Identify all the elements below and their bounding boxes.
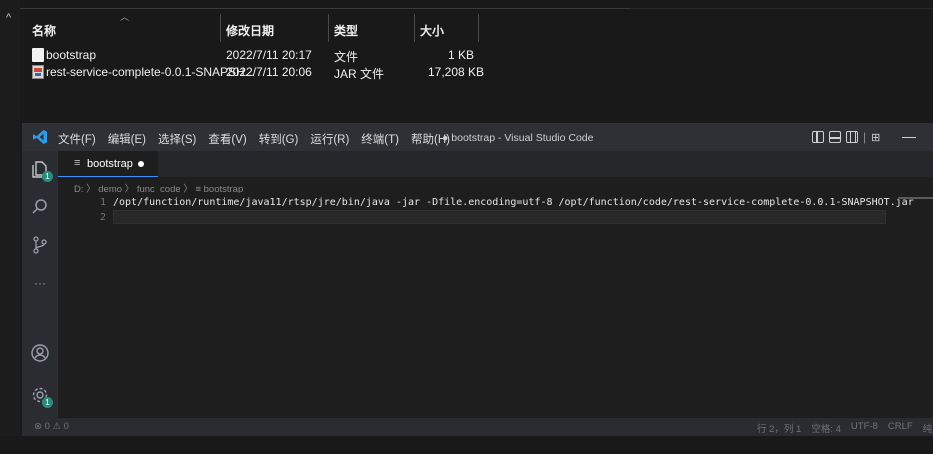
minimize-icon[interactable]: —	[902, 128, 916, 144]
menu-file[interactable]: 文件(F)	[58, 131, 96, 147]
file-type: JAR 文件	[334, 67, 385, 81]
file-name: rest-service-complete-0.0.1-SNAPSH...	[46, 65, 255, 79]
menu-run[interactable]: 运行(R)	[310, 131, 349, 147]
activity-bar: 1 ··· 1	[22, 151, 58, 418]
current-line-highlight	[113, 210, 886, 224]
indentation[interactable]: 空格: 4	[811, 421, 841, 435]
file-name: bootstrap	[46, 48, 97, 62]
settings-gear-icon[interactable]: 1	[30, 385, 53, 408]
toggle-panel-icon[interactable]	[829, 131, 841, 143]
explorer-top-divider-right	[630, 8, 933, 9]
accounts-icon[interactable]	[30, 343, 50, 363]
code-line[interactable]: /opt/function/runtime/java11/rtsp/jre/bi…	[113, 197, 914, 208]
file-date: 2022/7/11 20:17	[226, 48, 312, 62]
menu-go[interactable]: 转到(G)	[259, 131, 299, 147]
toggle-sidebar-icon[interactable]	[812, 131, 824, 143]
problems-indicator[interactable]: ⊗ 0 ⚠ 0	[34, 421, 69, 432]
layout-controls: | ⊞	[812, 130, 880, 144]
line-number: 2	[100, 212, 107, 223]
vscode-logo-icon[interactable]	[32, 129, 48, 145]
cursor-position[interactable]: 行 2，列 1	[757, 421, 801, 435]
explorer-left-strip	[0, 0, 20, 454]
column-separator[interactable]	[478, 14, 479, 42]
end-of-line[interactable]: CRLF	[888, 421, 913, 435]
file-explorer: ^ ︿ 名称 修改日期 类型 大小 bootstrap 2022/7/11 20…	[0, 0, 933, 454]
collapse-caret-icon[interactable]: ^	[6, 12, 11, 24]
editor-tabs: ≡ bootstrap	[58, 151, 933, 177]
layout-separator: |	[863, 130, 867, 144]
status-right-items: 行 2，列 1 空格: 4 UTF-8 CRLF 纯文本	[757, 421, 933, 435]
column-header-name[interactable]: 名称	[32, 22, 56, 39]
title-bar: 文件(F) 编辑(E) 选择(S) 查看(V) 转到(G) 运行(R) 终端(T…	[22, 123, 933, 151]
jar-file-icon	[32, 65, 44, 79]
file-row-jar[interactable]: rest-service-complete-0.0.1-SNAPSH... 20…	[30, 63, 930, 81]
menu-bar: 文件(F) 编辑(E) 选择(S) 查看(V) 转到(G) 运行(R) 终端(T…	[58, 131, 450, 147]
explorer-icon[interactable]: 1	[30, 159, 53, 182]
column-header-size[interactable]: 大小	[420, 22, 444, 39]
toggle-secondary-sidebar-icon[interactable]	[846, 131, 858, 143]
menu-selection[interactable]: 选择(S)	[158, 131, 196, 147]
language-mode[interactable]: 纯文本	[923, 421, 933, 435]
customize-layout-icon[interactable]: ⊞	[871, 131, 880, 144]
status-bar: ⊗ 0 ⚠ 0 行 2，列 1 空格: 4 UTF-8 CRLF 纯文本	[22, 418, 933, 436]
column-separator[interactable]	[414, 14, 415, 42]
column-header-type[interactable]: 类型	[334, 22, 358, 39]
tab-label: bootstrap	[87, 158, 133, 170]
column-separator[interactable]	[220, 14, 221, 42]
minimap[interactable]	[898, 197, 933, 199]
search-icon[interactable]	[30, 197, 50, 217]
line-number: 1	[100, 197, 107, 208]
menu-edit[interactable]: 编辑(E)	[108, 131, 146, 147]
menu-view[interactable]: 查看(V)	[208, 131, 246, 147]
desktop-background	[0, 436, 933, 454]
explorer-badge: 1	[42, 171, 53, 182]
menu-terminal[interactable]: 终端(T)	[361, 131, 399, 147]
column-separator[interactable]	[328, 14, 329, 42]
settings-badge: 1	[42, 397, 53, 408]
code-editor[interactable]: 1 /opt/function/runtime/java11/rtsp/jre/…	[58, 193, 933, 418]
file-icon	[32, 48, 44, 62]
tab-bootstrap[interactable]: ≡ bootstrap	[58, 151, 158, 177]
sort-ascending-icon: ︿	[120, 12, 130, 22]
file-date: 2022/7/11 20:06	[226, 65, 312, 79]
explorer-top-divider	[20, 8, 633, 9]
window-title: ● bootstrap - Visual Studio Code	[442, 132, 594, 144]
file-row-bootstrap[interactable]: bootstrap 2022/7/11 20:17 文件 1 KB	[30, 46, 930, 64]
plaintext-file-icon: ≡	[74, 157, 81, 169]
more-icon[interactable]: ···	[30, 273, 50, 293]
source-control-icon[interactable]	[30, 235, 50, 255]
column-header-date[interactable]: 修改日期	[226, 22, 274, 39]
file-size: 17,208 KB	[428, 65, 485, 79]
vscode-window: 文件(F) 编辑(E) 选择(S) 查看(V) 转到(G) 运行(R) 终端(T…	[22, 123, 933, 436]
unsaved-dot-icon[interactable]	[138, 161, 144, 167]
file-size: 1 KB	[448, 48, 475, 62]
encoding[interactable]: UTF-8	[851, 421, 878, 435]
